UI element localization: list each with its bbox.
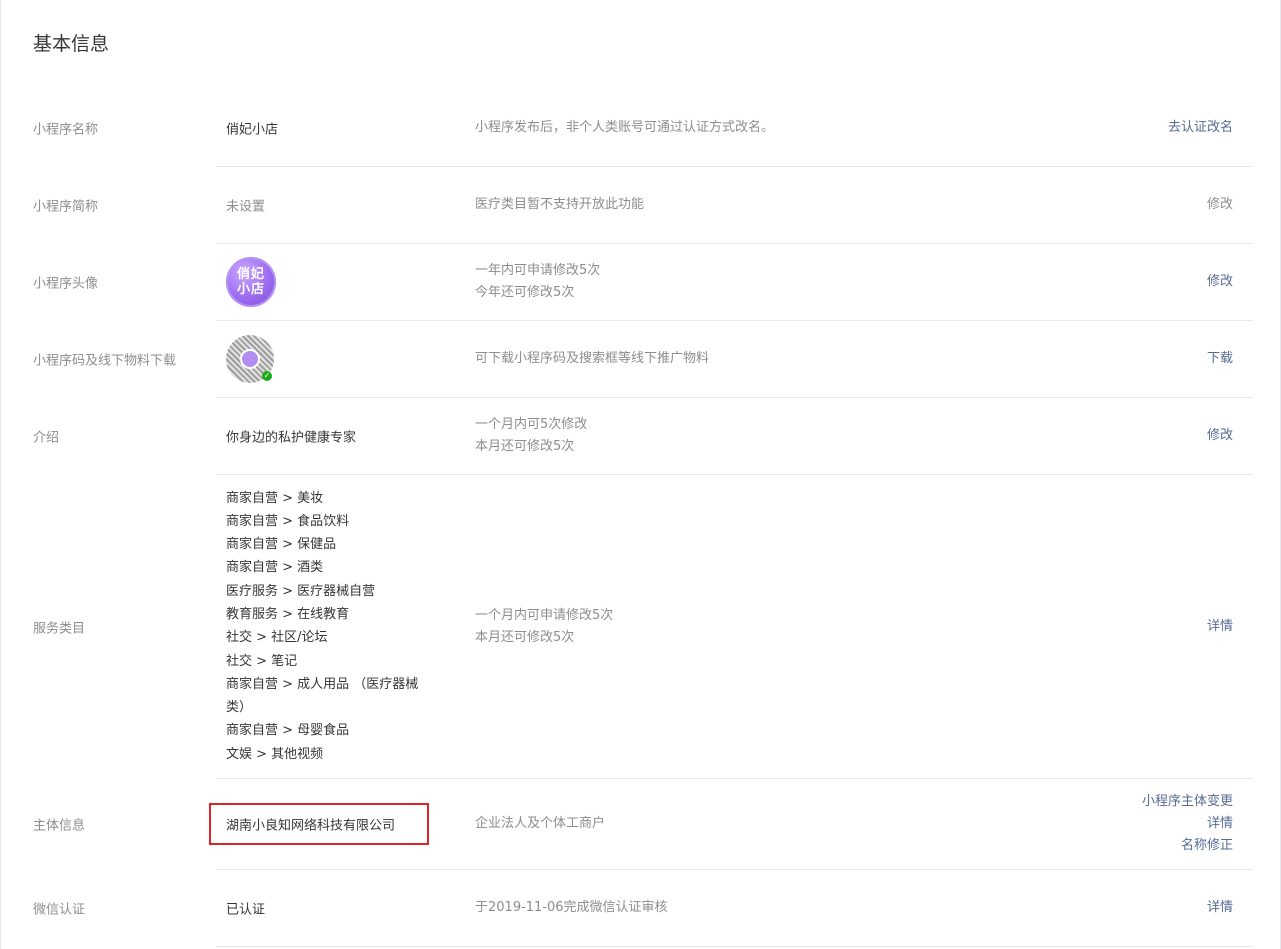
avatar-text-line: 俏妃 [236, 267, 265, 282]
list-item: 社交 > 社区/论坛 [226, 630, 328, 646]
section-title: 基本信息 [33, 33, 110, 55]
list-item: 文娱 > 其他视频 [226, 746, 324, 762]
desc-line: 本月还可修改5次 [475, 439, 575, 454]
certify-rename-link[interactable]: 去认证改名 [1168, 117, 1233, 139]
row-description: 一个月内可申请修改5次 本月还可修改5次 [475, 605, 613, 649]
row-wechat-cert: 微信认证 已认证 于2019-11-06完成微信认证审核 详情 [33, 870, 1253, 947]
row-label: 主体信息 [33, 818, 86, 834]
row-description: 企业法人及个体工商户 [475, 816, 606, 831]
app-avatar: 俏妃 小店 [226, 257, 276, 307]
row-label: 介绍 [33, 430, 60, 446]
row-qrcode: 小程序码及线下物料下载 ✓ 可下载小程序码及搜索框等线下推广物料 下载 [33, 321, 1253, 398]
entity-details-link[interactable]: 详情 [1142, 813, 1233, 835]
category-list: 商家自营 > 美妆 商家自营 > 食品饮料 商家自营 > 保健品 商家自营 > … [226, 487, 436, 767]
row-label: 小程序头像 [33, 276, 99, 292]
list-item: 教育服务 > 在线教育 [226, 607, 350, 623]
entity-change-link[interactable]: 小程序主体变更 [1142, 791, 1233, 813]
list-item: 商家自营 > 保健品 [226, 537, 337, 553]
edit-avatar-link[interactable]: 修改 [1207, 271, 1233, 293]
cert-details-link[interactable]: 详情 [1207, 897, 1233, 919]
row-description: 一个月内可5次修改 本月还可修改5次 [475, 414, 587, 458]
entity-actions: 小程序主体变更 详情 名称修正 [1142, 791, 1233, 857]
avatar-text-line: 小店 [236, 282, 265, 297]
row-label: 小程序码及线下物料下载 [33, 353, 177, 369]
list-item: 类） [226, 700, 253, 716]
short-name-value: 未设置 [226, 199, 266, 215]
basic-info-list: 小程序名称 俏妃小店 小程序发布后，非个人类账号可通过认证方式改名。 去认证改名… [1, 90, 1253, 947]
row-label: 小程序简称 [33, 199, 99, 215]
desc-line: 一年内可申请修改5次 [475, 263, 601, 278]
row-label: 微信认证 [33, 902, 86, 918]
row-description: 小程序发布后，非个人类账号可通过认证方式改名。 [475, 120, 775, 135]
cert-status-value: 已认证 [226, 902, 266, 918]
list-item: 商家自营 > 母婴食品 [226, 723, 350, 739]
row-avatar: 小程序头像 俏妃 小店 一年内可申请修改5次 今年还可修改5次 修改 [33, 244, 1253, 321]
row-categories: 服务类目 商家自营 > 美妆 商家自营 > 食品饮料 商家自营 > 保健品 商家… [33, 475, 1253, 779]
mini-program-code-icon: ✓ [226, 335, 274, 383]
edit-short-name-link: 修改 [1206, 197, 1233, 212]
list-item: 商家自营 > 食品饮料 [226, 514, 350, 530]
check-badge-icon: ✓ [262, 371, 272, 381]
row-description: 于2019-11-06完成微信认证审核 [475, 900, 668, 915]
list-item: 社交 > 笔记 [226, 653, 298, 669]
row-description: 一年内可申请修改5次 今年还可修改5次 [475, 260, 600, 304]
desc-line: 一个月内可申请修改5次 [475, 607, 614, 623]
list-item: 商家自营 > 酒类 [226, 560, 324, 576]
row-app-name: 小程序名称 俏妃小店 小程序发布后，非个人类账号可通过认证方式改名。 去认证改名 [33, 90, 1253, 167]
row-label: 小程序名称 [33, 122, 99, 138]
row-intro: 介绍 你身边的私护健康专家 一个月内可5次修改 本月还可修改5次 修改 [33, 398, 1253, 475]
desc-line: 今年还可修改5次 [475, 285, 575, 300]
qrcode-center-logo [240, 349, 260, 369]
row-short-name: 小程序简称 未设置 医疗类目暂不支持开放此功能 修改 [33, 167, 1253, 244]
row-description: 医疗类目暂不支持开放此功能 [475, 197, 645, 212]
entity-name-value: 湖南小良知网络科技有限公司 [226, 818, 396, 834]
desc-line: 一个月内可5次修改 [475, 417, 588, 432]
app-name-value: 俏妃小店 [226, 122, 279, 138]
desc-line: 本月还可修改5次 [475, 629, 575, 645]
edit-intro-link[interactable]: 修改 [1207, 425, 1233, 447]
download-link[interactable]: 下载 [1207, 348, 1233, 370]
list-item: 商家自营 > 成人用品 （医疗器械 [226, 677, 419, 693]
category-details-link[interactable]: 详情 [1207, 616, 1233, 638]
intro-value: 你身边的私护健康专家 [226, 430, 357, 446]
name-correction-link[interactable]: 名称修正 [1142, 835, 1233, 857]
row-label: 服务类目 [33, 621, 86, 636]
row-description: 可下载小程序码及搜索框等线下推广物料 [475, 351, 710, 366]
row-entity: 主体信息 湖南小良知网络科技有限公司 企业法人及个体工商户 小程序主体变更 详情… [33, 779, 1253, 870]
settings-page: 基本信息 小程序名称 俏妃小店 小程序发布后，非个人类账号可通过认证方式改名。 … [0, 0, 1281, 949]
list-item: 医疗服务 > 医疗器械自营 [226, 583, 376, 599]
list-item: 商家自营 > 美妆 [226, 490, 324, 506]
